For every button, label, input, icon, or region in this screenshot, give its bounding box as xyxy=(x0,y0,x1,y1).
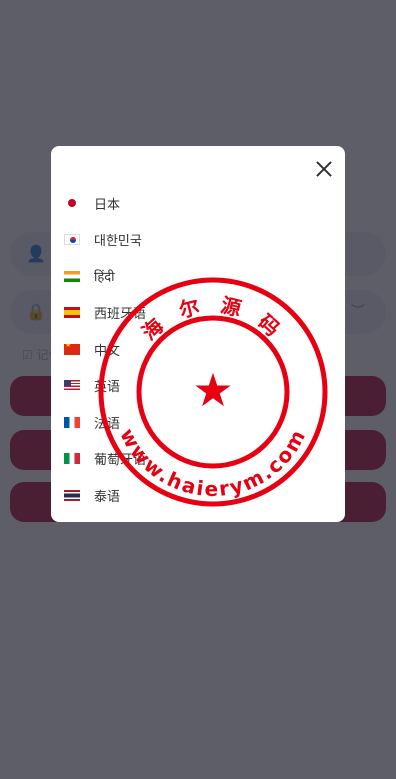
language-label: 西班牙语 xyxy=(94,307,147,323)
language-label: 葡萄牙语 xyxy=(94,453,147,469)
language-item-zh[interactable]: 中文 xyxy=(51,331,345,368)
kr-flag-icon xyxy=(64,234,80,246)
language-item-es[interactable]: 西班牙语 xyxy=(51,295,345,332)
in-flag-icon xyxy=(64,270,80,282)
language-label: 英语 xyxy=(94,380,121,396)
language-modal: 日本 대한민국 हिंदी 西班牙语 中文 英语 法语 葡萄牙语 xyxy=(51,146,345,522)
language-item-pt[interactable]: 葡萄牙语 xyxy=(51,441,345,478)
close-icon[interactable] xyxy=(315,160,333,178)
fr-flag-icon xyxy=(64,416,80,428)
th-flag-icon xyxy=(64,489,80,501)
language-label: 中文 xyxy=(94,343,121,359)
language-label: 대한민국 xyxy=(94,234,142,250)
jp-flag-icon xyxy=(64,197,80,209)
es-flag-icon xyxy=(64,307,80,319)
it-flag-icon xyxy=(64,453,80,465)
language-label: हिंदी xyxy=(94,270,115,286)
language-item-ko[interactable]: 대한민국 xyxy=(51,222,345,259)
language-list: 日本 대한민국 हिंदी 西班牙语 中文 英语 法语 葡萄牙语 xyxy=(51,185,345,514)
language-item-hi[interactable]: हिंदी xyxy=(51,258,345,295)
language-item-th[interactable]: 泰语 xyxy=(51,477,345,514)
cn-flag-icon xyxy=(64,343,80,355)
language-label: 法语 xyxy=(94,416,121,432)
language-item-ja[interactable]: 日本 xyxy=(51,185,345,222)
language-item-en[interactable]: 英语 xyxy=(51,368,345,405)
language-label: 日本 xyxy=(94,197,121,213)
us-flag-icon xyxy=(64,380,80,392)
language-item-fr[interactable]: 法语 xyxy=(51,404,345,441)
language-label: 泰语 xyxy=(94,489,121,505)
